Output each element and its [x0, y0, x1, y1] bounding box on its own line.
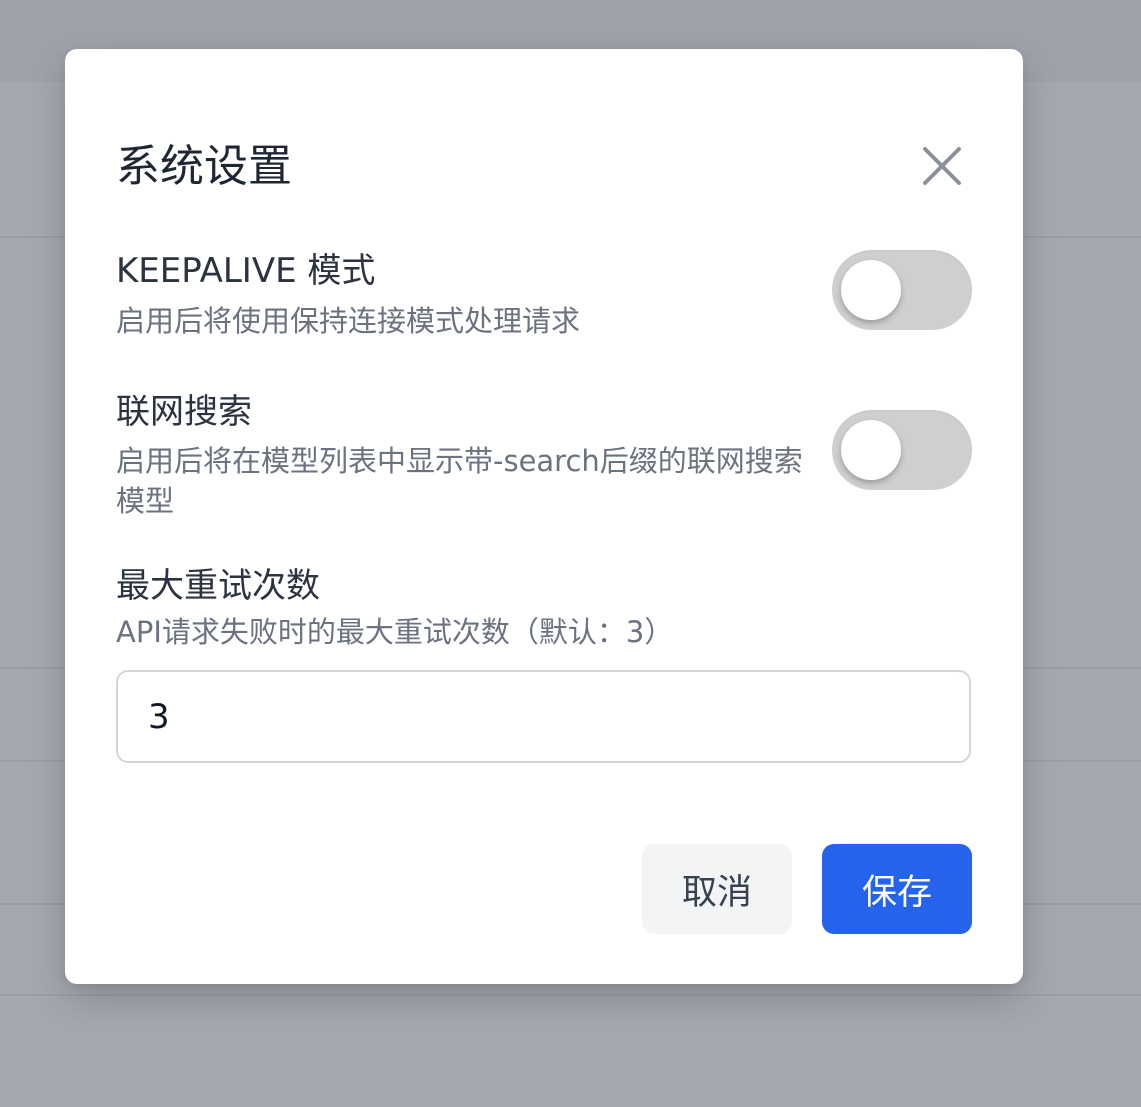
keepalive-toggle[interactable]	[832, 250, 972, 330]
settings-dialog: 系统设置 KEEPALIVE 模式 启用后将使用保持连接模式处理请求 联网搜索 …	[65, 49, 1023, 984]
save-button[interactable]: 保存	[822, 844, 972, 934]
background-divider	[0, 994, 1141, 996]
close-button[interactable]	[917, 141, 967, 191]
close-icon	[923, 147, 961, 185]
dialog-title: 系统设置	[116, 141, 292, 192]
web-search-toggle[interactable]	[832, 410, 972, 490]
toggle-knob	[841, 260, 901, 320]
max-retries-label: 最大重试次数	[116, 566, 320, 606]
web-search-description: 启用后将在模型列表中显示带-search后缀的联网搜索模型	[116, 444, 803, 518]
web-search-label: 联网搜索	[116, 392, 252, 432]
max-retries-description: API请求失败时的最大重试次数（默认：3）	[116, 615, 674, 649]
toggle-knob	[841, 420, 901, 480]
cancel-button[interactable]: 取消	[642, 844, 792, 934]
max-retries-input[interactable]	[116, 670, 971, 763]
keepalive-label: KEEPALIVE 模式	[116, 251, 376, 291]
keepalive-description: 启用后将使用保持连接模式处理请求	[116, 304, 581, 338]
